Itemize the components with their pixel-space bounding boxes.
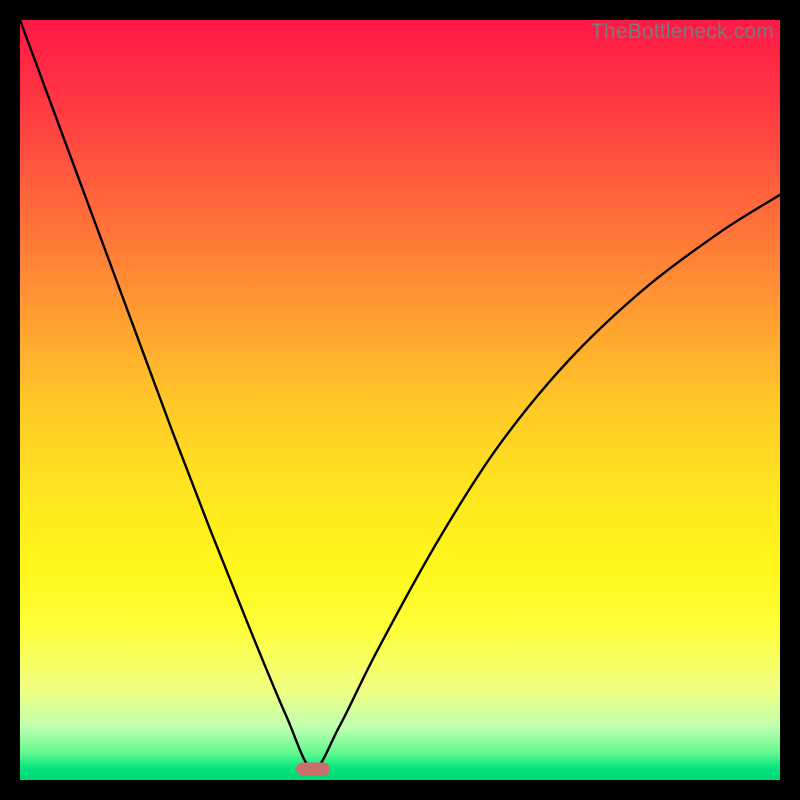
curve-path — [20, 20, 780, 769]
minimum-marker — [296, 762, 330, 775]
bottleneck-curve — [20, 20, 780, 780]
plot-area: TheBottleneck.com — [20, 20, 780, 780]
